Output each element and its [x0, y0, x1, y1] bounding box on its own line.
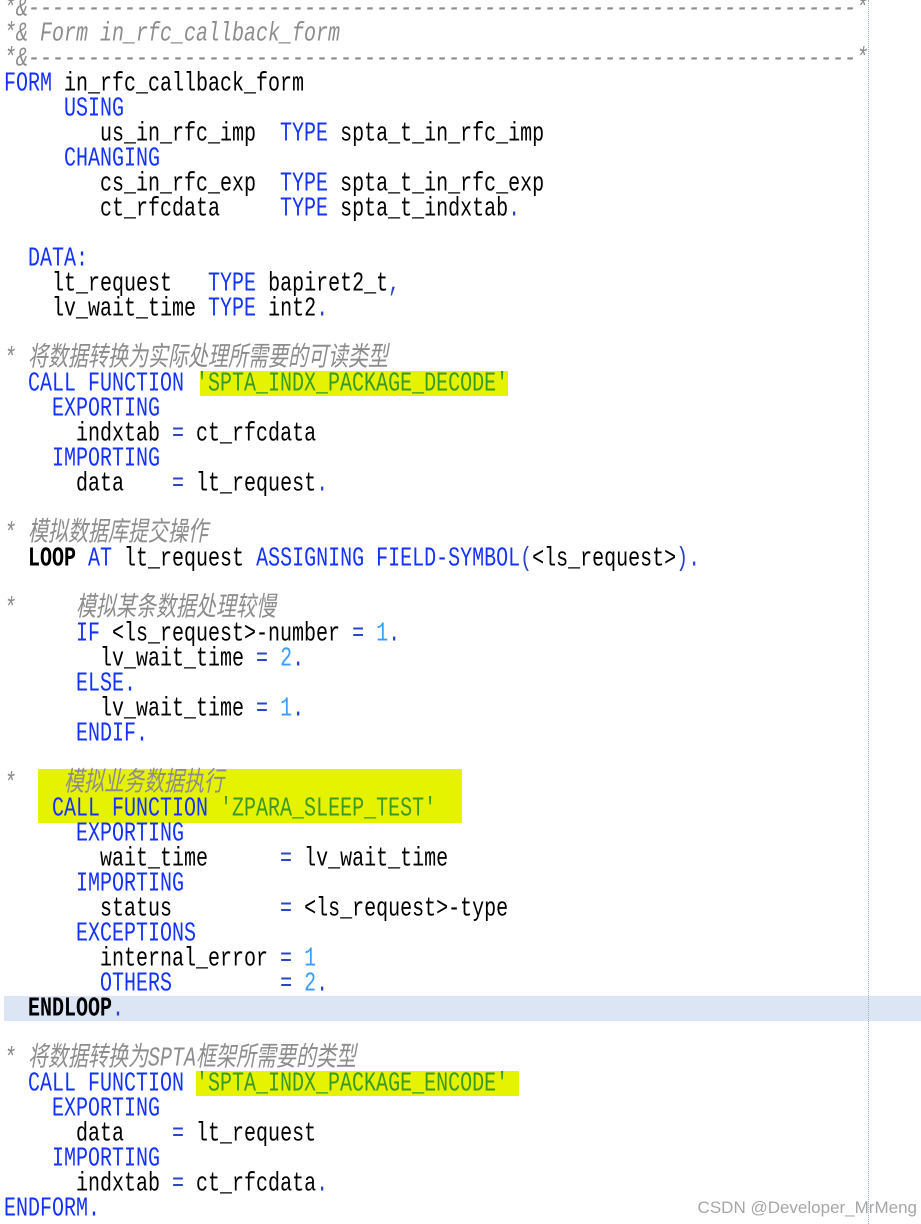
right-margin-guide [868, 0, 869, 1224]
code-editor[interactable]: *&--------------------------------------… [0, 0, 921, 1224]
keyword-token: ENDFORM. [4, 1193, 101, 1224]
watermark: CSDN @Developer_MrMeng [697, 1198, 917, 1217]
code-area[interactable]: *&--------------------------------------… [4, 0, 921, 1224]
